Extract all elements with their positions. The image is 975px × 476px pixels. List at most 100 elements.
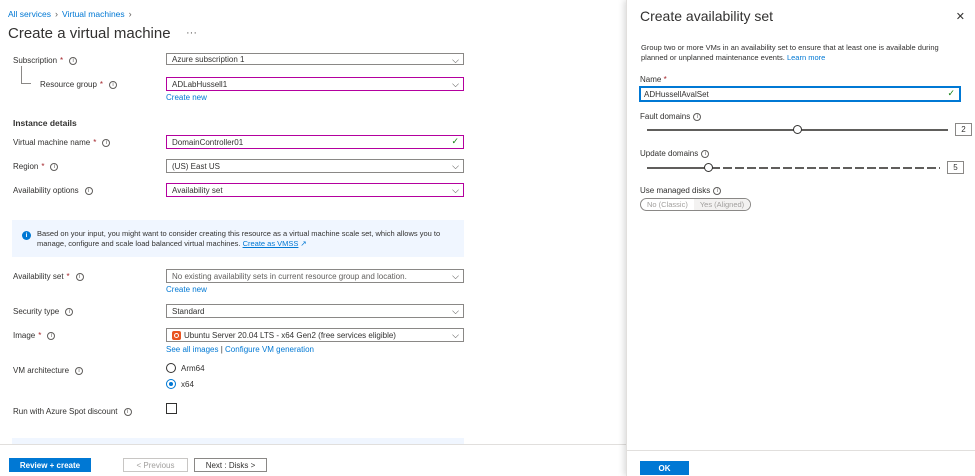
security-type-label-text: Security type <box>13 307 60 316</box>
security-type-value: Standard <box>172 306 205 316</box>
spot-discount-label-text: Run with Azure Spot discount <box>13 407 118 416</box>
subscription-select[interactable]: Azure subscription 1 ⌵ <box>166 53 464 65</box>
info-icon[interactable]: i <box>102 138 111 147</box>
learn-more-link[interactable]: Learn more <box>787 53 825 62</box>
security-type-label: Security type i <box>13 307 74 316</box>
info-icon[interactable]: i <box>701 149 710 158</box>
availability-options-label: Availability options i <box>13 186 93 195</box>
image-label: Image * i <box>13 331 56 340</box>
page-title: Create a virtual machine <box>8 25 171 42</box>
info-icon[interactable]: i <box>693 112 702 121</box>
close-icon[interactable]: ✕ <box>956 10 965 23</box>
info-icon[interactable]: i <box>109 80 118 89</box>
breadcrumb: All services › Virtual machines › <box>8 9 132 19</box>
next-disks-button[interactable]: Next : Disks > <box>194 458 267 472</box>
vm-architecture-label: VM architecture i <box>13 366 84 375</box>
checkmark-icon: ✓ <box>451 136 459 146</box>
previous-button[interactable]: < Previous <box>123 458 188 472</box>
vm-name-input[interactable]: DomainController01 ✓ <box>166 135 464 149</box>
spot-discount-label: Run with Azure Spot discount i <box>13 407 132 416</box>
arch-option-label: x64 <box>181 379 194 389</box>
info-icon[interactable]: i <box>84 186 93 195</box>
create-new-resource-group-link[interactable]: Create new <box>166 93 207 102</box>
region-value: (US) East US <box>172 161 221 171</box>
fault-domains-label-text: Fault domains <box>640 112 691 121</box>
chevron-down-icon: ⌵ <box>452 330 459 340</box>
wizard-footer: Review + create < Previous Next : Disks … <box>0 444 626 476</box>
info-icon[interactable]: i <box>713 186 722 195</box>
create-new-availability-set-link[interactable]: Create new <box>166 285 207 294</box>
breadcrumb-chevron-icon: › <box>128 9 132 19</box>
chevron-down-icon: ⌵ <box>452 271 459 281</box>
instance-details-heading: Instance details <box>13 118 77 128</box>
managed-disks-no-option[interactable]: No (Classic) <box>641 199 694 210</box>
ok-button[interactable]: OK <box>640 461 689 475</box>
vm-name-value: DomainController01 <box>172 137 244 147</box>
arch-radio-arm64[interactable]: Arm64 <box>166 363 205 373</box>
info-icon[interactable]: i <box>69 56 78 65</box>
update-domains-slider-track[interactable] <box>711 167 940 169</box>
subscription-label: Subscription * i <box>13 56 78 65</box>
vmss-info-banner: i Based on your input, you might want to… <box>12 220 464 257</box>
chevron-down-icon: ⌵ <box>452 55 459 65</box>
configure-vm-generation-link[interactable]: Configure VM generation <box>225 345 314 354</box>
spot-discount-checkbox[interactable] <box>166 403 177 414</box>
fault-domains-value[interactable]: 2 <box>955 123 972 136</box>
see-all-images-link[interactable]: See all images <box>166 345 218 354</box>
managed-disks-toggle[interactable]: No (Classic) Yes (Aligned) <box>640 198 752 211</box>
availability-set-label: Availability set * i <box>13 272 84 281</box>
availability-set-name-input[interactable]: ADHussellAvalSet ✓ <box>639 86 961 102</box>
update-domains-label-text: Update domains <box>640 149 699 158</box>
arch-option-label: Arm64 <box>181 363 205 373</box>
create-vm-page: All services › Virtual machines › Create… <box>0 0 626 476</box>
chevron-down-icon: ⌵ <box>452 185 459 195</box>
info-icon[interactable]: i <box>123 407 132 416</box>
panel-footer: OK <box>627 450 975 476</box>
update-domains-slider-thumb[interactable] <box>704 163 713 172</box>
image-value: Ubuntu Server 20.04 LTS - x64 Gen2 (free… <box>184 330 396 340</box>
fault-domains-slider-thumb[interactable] <box>793 125 802 134</box>
info-icon[interactable]: i <box>75 366 84 375</box>
more-options-icon[interactable]: ··· <box>186 27 197 39</box>
breadcrumb-virtual-machines[interactable]: Virtual machines <box>62 9 125 19</box>
update-domains-slider-filled[interactable] <box>647 167 709 169</box>
availability-set-select[interactable]: No existing availability sets in current… <box>166 269 464 283</box>
info-icon[interactable]: i <box>65 307 74 316</box>
resource-group-value: ADLabHussell1 <box>172 79 228 89</box>
external-link-icon: ↗ <box>300 239 307 248</box>
managed-disks-yes-option[interactable]: Yes (Aligned) <box>693 199 751 210</box>
availability-set-placeholder: No existing availability sets in current… <box>172 271 407 281</box>
arch-radio-x64[interactable]: x64 <box>166 379 194 389</box>
availability-options-select[interactable]: Availability set ⌵ <box>166 183 464 197</box>
resource-group-select[interactable]: ADLabHussell1 ⌵ <box>166 77 464 91</box>
chevron-down-icon: ⌵ <box>452 306 459 316</box>
checkmark-icon: ✓ <box>947 88 955 98</box>
region-label: Region * i <box>13 162 59 171</box>
panel-title: Create availability set <box>640 8 774 24</box>
image-select[interactable]: Ubuntu Server 20.04 LTS - x64 Gen2 (free… <box>166 328 464 342</box>
region-select[interactable]: (US) East US ⌵ <box>166 159 464 173</box>
breadcrumb-chevron-icon: › <box>54 9 58 19</box>
review-create-button[interactable]: Review + create <box>9 458 91 472</box>
update-domains-value[interactable]: 5 <box>947 161 964 174</box>
panel-description: Group two or more VMs in an availability… <box>641 43 961 63</box>
availability-set-label-text: Availability set <box>13 272 64 281</box>
security-type-select[interactable]: Standard ⌵ <box>166 304 464 318</box>
required-marker: * <box>41 162 45 171</box>
radio-circle-selected[interactable] <box>166 379 176 389</box>
chevron-down-icon: ⌵ <box>452 79 459 89</box>
breadcrumb-all-services[interactable]: All services <box>8 9 51 19</box>
required-marker: * <box>66 272 70 281</box>
info-icon[interactable]: i <box>50 162 59 171</box>
required-marker: * <box>93 138 97 147</box>
info-icon[interactable]: i <box>75 272 84 281</box>
create-as-vmss-link[interactable]: Create as VMSS <box>243 239 299 248</box>
info-circle-icon: i <box>22 231 31 240</box>
radio-circle[interactable] <box>166 363 176 373</box>
availability-options-label-text: Availability options <box>13 186 79 195</box>
name-label: Name * <box>640 75 667 84</box>
subscription-value: Azure subscription 1 <box>172 54 245 64</box>
chevron-down-icon: ⌵ <box>452 161 459 171</box>
info-icon[interactable]: i <box>47 331 56 340</box>
required-marker: * <box>38 331 42 340</box>
